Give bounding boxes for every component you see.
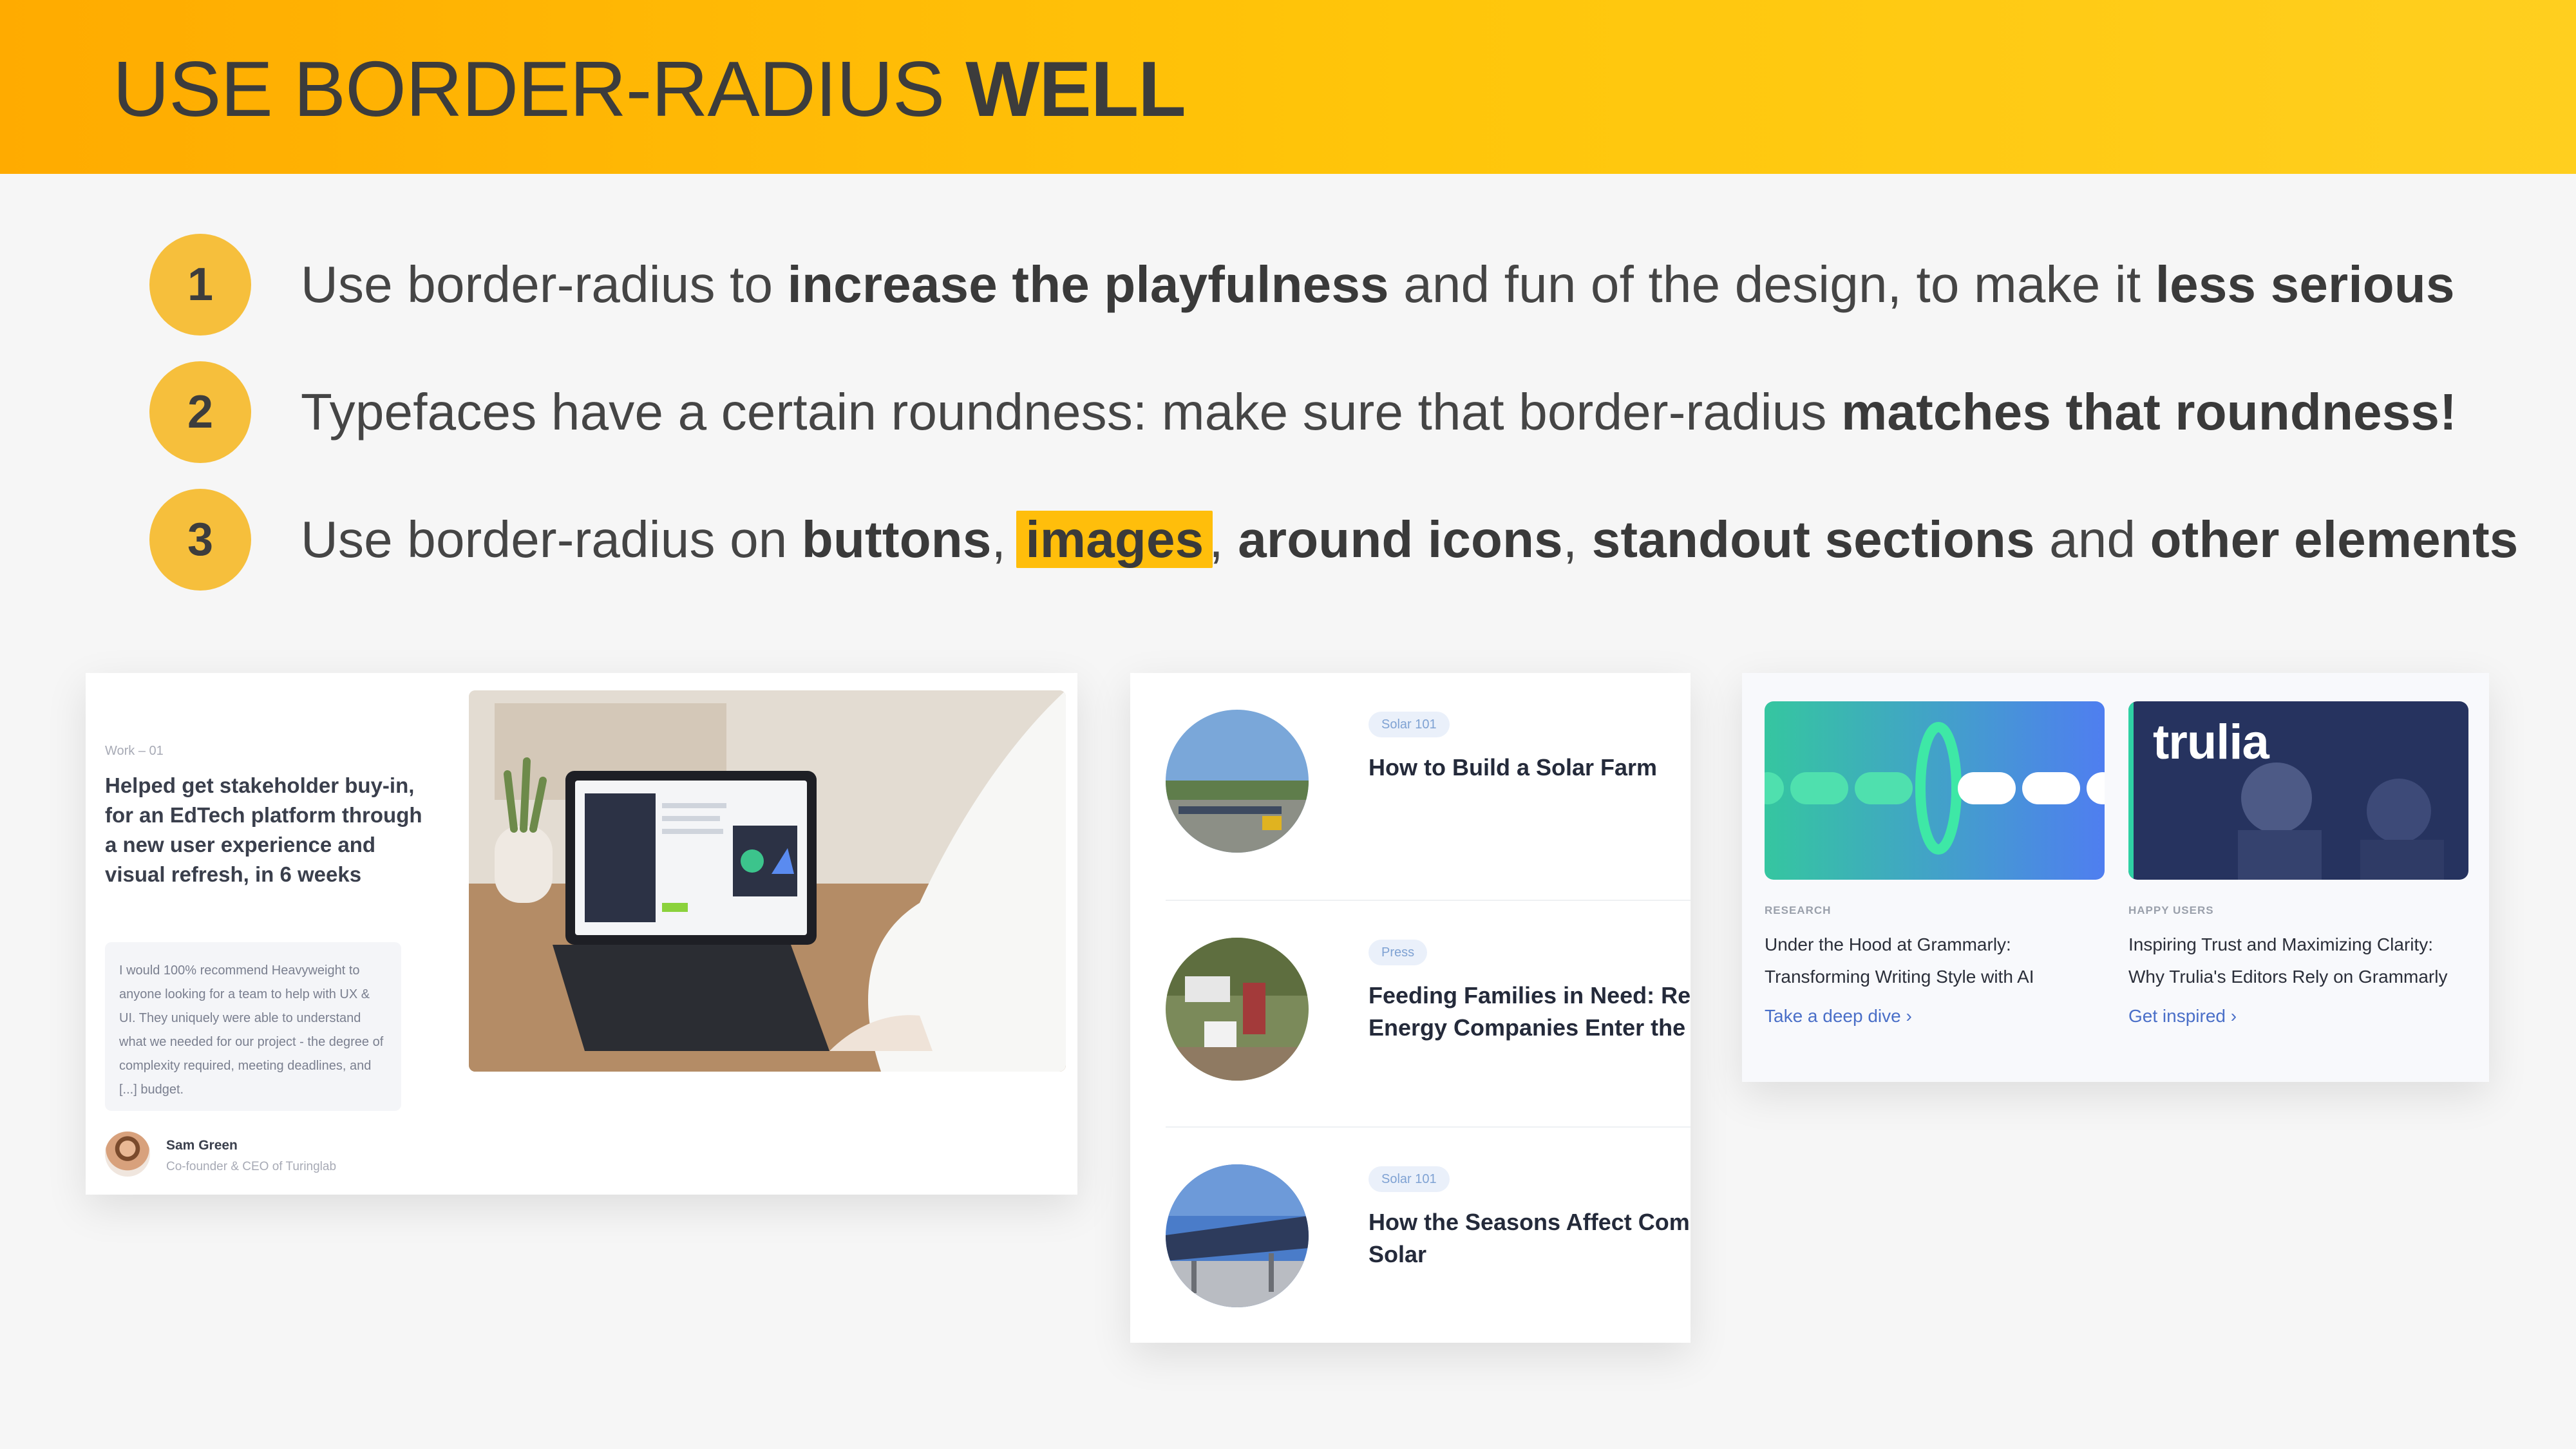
blog-card-happy-users[interactable]: trulia HAPPY USERS Inspiring Trust and M… [2128,701,2468,1027]
point-text: Typefaces have a certain roundness: make… [301,383,2457,442]
slide-header: USE BORDER-RADIUS WELL [0,0,2576,174]
point-number-badge: 3 [149,489,251,591]
research-image [1765,701,2105,880]
text-segment: and fun of the design, to make it [1388,256,2155,313]
point-2: 2 Typefaces have a certain roundness: ma… [149,361,2457,464]
food-drive-thumbnail [1166,938,1309,1081]
emphasis-text: matches that roundness! [1841,383,2457,440]
emphasis-text: buttons [801,511,992,568]
list-item[interactable]: Solar 101 How the Seasons Affect Comr So… [1166,1126,1690,1343]
author-role: Co-founder & CEO of Turinglab [166,1160,337,1173]
point-number-badge: 2 [149,361,251,463]
title-line: Inspiring Trust and Maximizing Clarity: [2128,934,2434,954]
point-1: 1 Use border-radius to increase the play… [149,233,2455,336]
testimonial-quote: I would 100% recommend Heavyweight to an… [105,942,401,1111]
title-bold: WELL [965,45,1186,133]
text-segment: Use border-radius on [301,511,802,568]
article-title[interactable]: How the Seasons Affect Comr Solar [1368,1206,1690,1271]
blog-cards: RESEARCH Under the Hood at Grammarly: Tr… [1742,673,2489,1082]
title-line: Why Trulia's Editors Rely on Grammarly [2128,967,2448,987]
point-number-badge: 1 [149,234,251,336]
testimonial-card: Work – 01 Helped get stakeholder buy-in,… [86,673,1077,1195]
text-segment: , [1209,511,1238,568]
card-eyebrow: HAPPY USERS [2128,904,2214,916]
solar-panels-image [1166,1164,1309,1307]
text-segment: , [1562,511,1592,568]
point-3: 3 Use border-radius on buttons, images, … [149,488,2518,591]
article-title[interactable]: Feeding Families in Need: Ren Energy Com… [1368,980,1690,1044]
chat-bubbles-illustration [1765,701,2105,880]
category-tag[interactable]: Press [1368,940,1428,965]
title-line: Transforming Writing Style with AI [1765,967,2034,987]
author-name: Sam Green [166,1138,238,1153]
title-line: How the Seasons Affect Comr [1368,1209,1690,1235]
laptop-illustration [469,690,1066,1072]
text-segment: Use border-radius to [301,256,788,313]
trulia-logo: trulia [2153,715,2269,770]
emphasis-text: standout sections [1591,511,2035,568]
title-line: How to Build a Solar Farm [1368,754,1658,781]
card-title[interactable]: Helped get stakeholder buy-in, for an Ed… [105,771,427,889]
read-more-link[interactable]: Get inspired › [2128,1006,2468,1027]
title-line: Feeding Families in Need: Ren [1368,982,1690,1009]
text-segment: and [2034,511,2150,568]
blog-card-research[interactable]: RESEARCH Under the Hood at Grammarly: Tr… [1765,701,2105,1027]
text-segment: Typefaces have a certain roundness: make… [301,383,1842,440]
solar-panels-thumbnail [1166,1164,1309,1307]
slide-title: USE BORDER-RADIUS WELL [113,44,1186,134]
title-line: Under the Hood at Grammarly: [1765,934,2011,954]
emphasis-text: around icons [1238,511,1563,568]
card-title[interactable]: Inspiring Trust and Maximizing Clarity: … [2128,929,2468,993]
card-title[interactable]: Under the Hood at Grammarly: Transformin… [1765,929,2105,993]
emphasis-text: less serious [2155,256,2455,313]
avatar [105,1132,150,1177]
card-eyebrow: RESEARCH [1765,904,1832,916]
article-list-card: Solar 101 How to Build a Solar Farm Pres… [1130,673,1690,1343]
emphasis-text: increase the playfulness [787,256,1389,313]
category-tag[interactable]: Solar 101 [1368,712,1450,737]
solar-farm-image [1166,710,1309,853]
point-text: Use border-radius on buttons, images, ar… [301,510,2518,569]
trulia-image: trulia [2128,701,2468,880]
card-eyebrow: Work – 01 [105,744,164,758]
solar-farm-thumbnail [1166,710,1309,853]
title-line: Energy Companies Enter the M [1368,1014,1690,1041]
food-drive-image [1166,938,1309,1081]
title-regular: USE BORDER-RADIUS [113,45,966,133]
point-text: Use border-radius to increase the playfu… [301,255,2455,314]
category-tag[interactable]: Solar 101 [1368,1166,1450,1192]
list-item[interactable]: Solar 101 How to Build a Solar Farm [1166,673,1690,900]
read-more-link[interactable]: Take a deep dive › [1765,1006,2105,1027]
emphasis-text: other elements [2150,511,2519,568]
article-title[interactable]: How to Build a Solar Farm [1368,752,1690,784]
laptop-photo [469,690,1066,1072]
title-line: Solar [1368,1241,1427,1267]
highlighted-text: images [1016,511,1213,568]
list-item[interactable]: Press Feeding Families in Need: Ren Ener… [1166,900,1690,1126]
